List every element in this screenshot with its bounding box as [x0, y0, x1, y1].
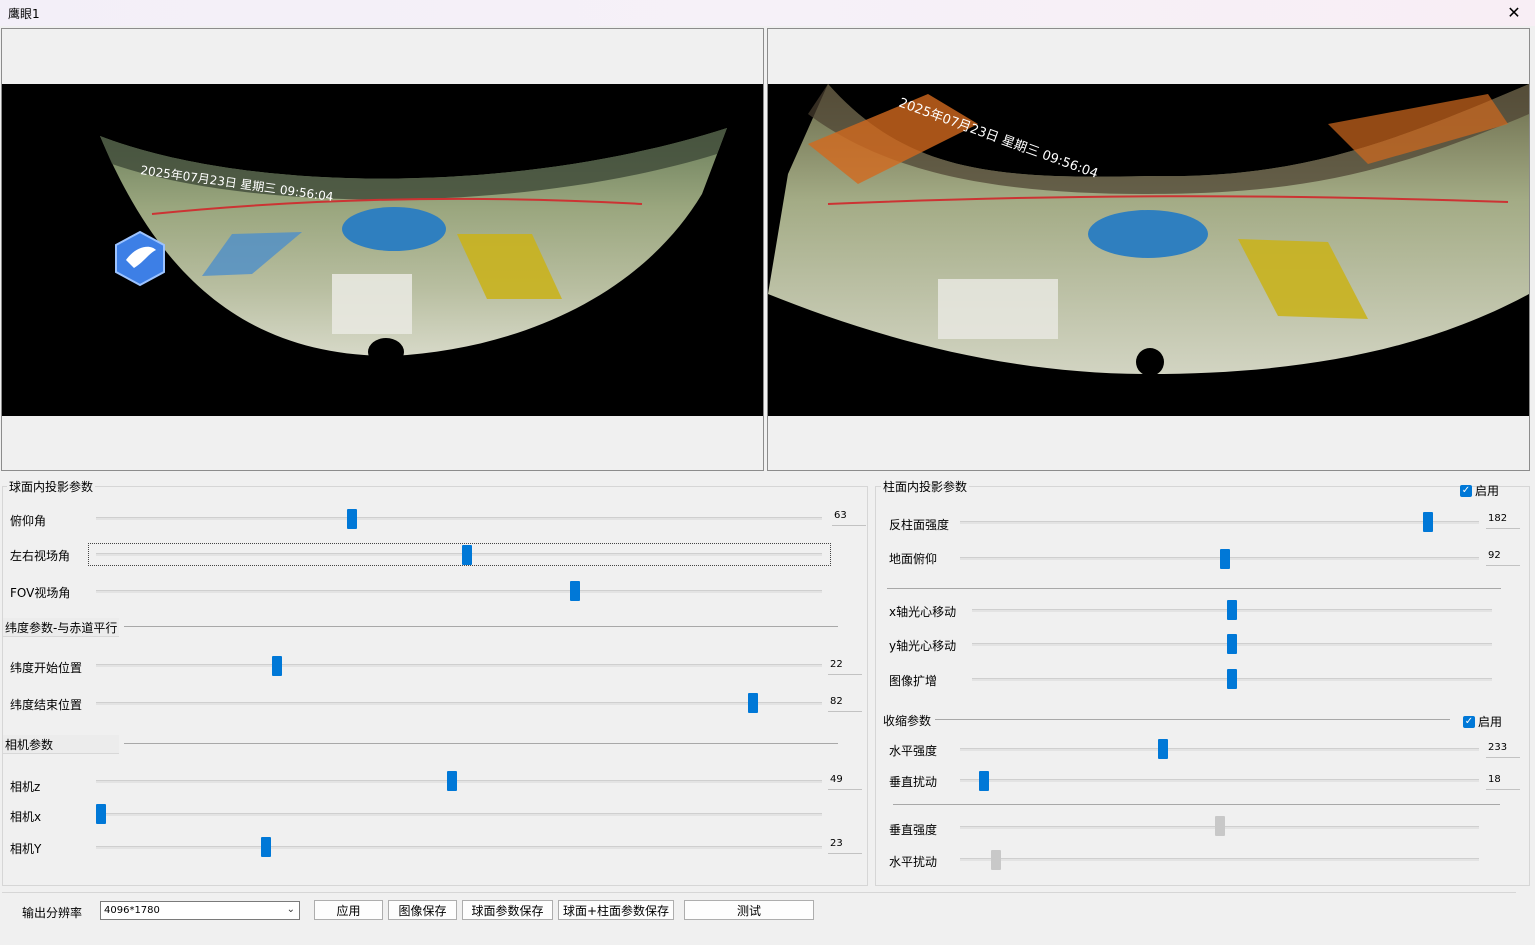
- sphere-group-title: 球面内投影参数: [7, 478, 96, 495]
- resolution-label: 输出分辨率: [22, 906, 83, 920]
- horizontal-strength-slider-track[interactable]: [960, 748, 1479, 751]
- camera-section-title: 相机参数: [5, 738, 54, 752]
- save-sphere-cylinder-params-button[interactable]: 球面+柱面参数保存: [558, 900, 674, 920]
- vertical-jitter-value: 18: [1486, 774, 1520, 790]
- bird-logo-icon: [115, 230, 165, 287]
- vertical-strength-label: 垂直强度: [889, 823, 938, 837]
- left-preview-image: 2025年07月23日 星期三 09:56:04: [2, 84, 763, 416]
- camera-y-label: 相机Y: [10, 842, 42, 856]
- left-fisheye-render: 2025年07月23日 星期三 09:56:04: [100, 128, 727, 366]
- shrink-enable-checkbox[interactable]: ✓ 启用: [1463, 713, 1502, 730]
- camera-x-slider-thumb[interactable]: [96, 804, 106, 824]
- camera-z-slider-track[interactable]: [96, 780, 822, 783]
- latitude-end-slider-track[interactable]: [96, 702, 822, 705]
- anti-cylinder-strength-slider-track[interactable]: [960, 521, 1479, 524]
- y-center-shift-slider-thumb[interactable]: [1227, 634, 1237, 654]
- vertical-jitter-label: 垂直扰动: [889, 775, 938, 789]
- camera-y-slider-thumb[interactable]: [261, 837, 271, 857]
- anti-cylinder-strength-label: 反柱面强度: [889, 518, 950, 532]
- camera-z-label: 相机z: [10, 780, 41, 794]
- fov-slider-thumb[interactable]: [570, 581, 580, 601]
- latitude-divider: [124, 626, 838, 627]
- x-center-shift-slider-thumb[interactable]: [1227, 600, 1237, 620]
- test-button[interactable]: 测试: [684, 900, 814, 920]
- left-preview-panel: 2025年07月23日 星期三 09:56:04: [1, 28, 764, 471]
- checkmark-icon: ✓: [1460, 484, 1472, 497]
- apply-button[interactable]: 应用: [314, 900, 383, 920]
- camera-y-value: 23: [828, 838, 862, 854]
- horizontal-fov-slider-track[interactable]: [96, 553, 822, 556]
- right-preview-image: 2025年07月23日 星期三 09:56:04: [768, 84, 1529, 416]
- horizontal-strength-value: 233: [1486, 742, 1520, 758]
- latitude-start-value: 22: [828, 659, 862, 675]
- x-center-shift-label: x轴光心移动: [889, 605, 957, 619]
- shrink-bottom-divider: [893, 804, 1500, 805]
- pitch-slider-track[interactable]: [96, 517, 822, 520]
- pitch-value: 63: [832, 510, 866, 526]
- chevron-down-icon: ⌄: [286, 904, 295, 915]
- latitude-end-value: 82: [828, 696, 862, 712]
- cylinder-enable-label: 启用: [1475, 484, 1500, 498]
- right-fisheye-render: 2025年07月23日 星期三 09:56:04: [768, 84, 1529, 376]
- vertical-jitter-slider-thumb[interactable]: [979, 771, 989, 791]
- camera-z-slider-thumb[interactable]: [447, 771, 457, 791]
- horizontal-strength-slider-thumb[interactable]: [1158, 739, 1168, 759]
- ground-pitch-label: 地面俯仰: [889, 552, 938, 566]
- latitude-start-slider-track[interactable]: [96, 664, 822, 667]
- latitude-section-title: 纬度参数-与赤道平行: [5, 621, 118, 635]
- pitch-slider-thumb[interactable]: [347, 509, 357, 529]
- resolution-value: 4096*1780: [104, 905, 160, 916]
- checkmark-icon: ✓: [1463, 715, 1475, 728]
- horizontal-jitter-slider-track: [960, 858, 1479, 861]
- title-bar: 鹰眼1 ✕: [0, 0, 1535, 26]
- ground-pitch-slider-thumb[interactable]: [1220, 549, 1230, 569]
- latitude-start-label: 纬度开始位置: [10, 661, 83, 675]
- resolution-select[interactable]: 4096*1780 ⌄: [100, 901, 300, 920]
- fov-label: FOV视场角: [10, 586, 71, 600]
- latitude-end-label: 纬度结束位置: [10, 698, 83, 712]
- y-center-shift-label: y轴光心移动: [889, 639, 957, 653]
- footer-divider: [2, 892, 1516, 893]
- save-sphere-params-button[interactable]: 球面参数保存: [462, 900, 553, 920]
- vertical-jitter-slider-track[interactable]: [960, 779, 1479, 782]
- latitude-end-slider-thumb[interactable]: [748, 693, 758, 713]
- vertical-strength-slider-thumb: [1215, 816, 1225, 836]
- save-image-button[interactable]: 图像保存: [388, 900, 457, 920]
- shrink-divider: [935, 719, 1450, 720]
- latitude-start-slider-thumb[interactable]: [272, 656, 282, 676]
- pitch-label: 俯仰角: [10, 514, 47, 528]
- horizontal-strength-label: 水平强度: [889, 744, 938, 758]
- horizontal-jitter-label: 水平扰动: [889, 855, 938, 869]
- image-expand-label: 图像扩增: [889, 674, 938, 688]
- horizontal-jitter-slider-thumb: [991, 850, 1001, 870]
- camera-y-slider-track[interactable]: [96, 846, 822, 849]
- cylinder-enable-checkbox[interactable]: ✓ 启用: [1460, 482, 1499, 499]
- horizontal-fov-label: 左右视场角: [10, 549, 71, 563]
- image-expand-slider-thumb[interactable]: [1227, 669, 1237, 689]
- camera-z-value: 49: [828, 774, 862, 790]
- fov-slider-track[interactable]: [96, 590, 822, 593]
- close-icon: ✕: [1507, 2, 1521, 22]
- anti-cylinder-strength-value: 182: [1486, 513, 1520, 529]
- anti-cylinder-strength-slider-thumb[interactable]: [1423, 512, 1433, 532]
- cylinder-divider: [887, 588, 1501, 589]
- right-preview-panel: 2025年07月23日 星期三 09:56:04: [767, 28, 1530, 471]
- close-button[interactable]: ✕: [1499, 0, 1529, 24]
- horizontal-fov-slider-thumb[interactable]: [462, 545, 472, 565]
- camera-x-slider-track[interactable]: [96, 813, 822, 816]
- camera-divider: [124, 743, 838, 744]
- shrink-section-title: 收缩参数: [883, 714, 932, 728]
- shrink-enable-label: 启用: [1478, 715, 1503, 729]
- window-title: 鹰眼1: [8, 7, 40, 21]
- camera-x-label: 相机x: [10, 810, 42, 824]
- ground-pitch-value: 92: [1486, 550, 1520, 566]
- cylinder-group-title: 柱面内投影参数: [881, 478, 970, 495]
